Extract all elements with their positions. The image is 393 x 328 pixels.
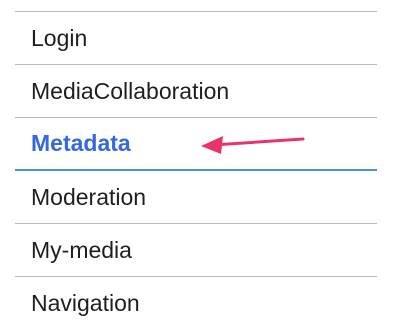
- menu-item-label: MediaCollaboration: [31, 77, 230, 104]
- arrow-left-icon: [201, 136, 305, 154]
- plugin-menu: Login MediaCollaboration Metadata Modera…: [15, 11, 377, 328]
- menu-item-label: Navigation: [31, 289, 140, 316]
- menu-item-label: My-media: [31, 236, 132, 263]
- menu-item-my-media[interactable]: My-media: [15, 224, 377, 277]
- menu-item-mediacollaboration[interactable]: MediaCollaboration: [15, 65, 377, 118]
- menu-item-label: Metadata: [31, 130, 131, 156]
- menu-item-login[interactable]: Login: [15, 12, 377, 65]
- menu-item-label: Login: [31, 24, 88, 51]
- menu-item-navigation[interactable]: Navigation: [15, 277, 377, 328]
- menu-item-metadata[interactable]: Metadata: [15, 118, 377, 171]
- menu-item-moderation[interactable]: Moderation: [15, 171, 377, 224]
- menu-item-label: Moderation: [31, 183, 147, 210]
